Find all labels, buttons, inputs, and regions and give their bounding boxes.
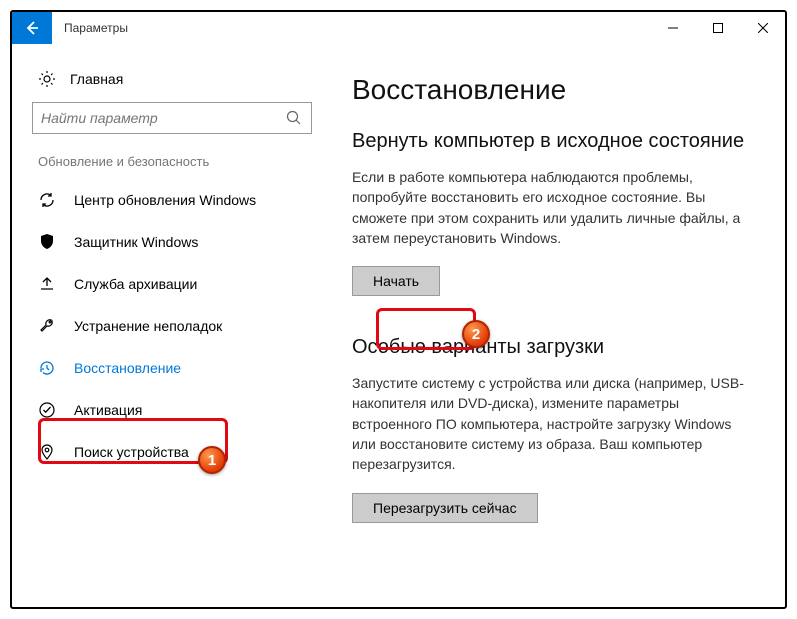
reset-description: Если в работе компьютера наблюдаются про… xyxy=(352,167,755,248)
sidebar-item-troubleshoot[interactable]: Устранение неполадок xyxy=(32,305,322,347)
sidebar-item-backup[interactable]: Служба архивации xyxy=(32,263,322,305)
window-title: Параметры xyxy=(64,21,128,35)
sidebar-home-label: Главная xyxy=(70,71,123,87)
window-controls xyxy=(650,12,785,44)
arrow-left-icon xyxy=(24,20,40,36)
settings-window: Параметры Главная Обновление и безопасно… xyxy=(10,10,787,609)
sidebar-item-find-device[interactable]: Поиск устройства xyxy=(32,431,322,473)
sidebar-item-label: Поиск устройства xyxy=(74,444,189,460)
sidebar-item-label: Защитник Windows xyxy=(74,234,198,250)
reset-start-button[interactable]: Начать xyxy=(352,266,440,296)
sidebar-item-label: Восстановление xyxy=(74,360,181,376)
sidebar-item-recovery[interactable]: Восстановление xyxy=(32,347,322,389)
sidebar-item-update[interactable]: Центр обновления Windows xyxy=(32,179,322,221)
search-box[interactable] xyxy=(32,102,312,134)
maximize-icon xyxy=(713,23,723,33)
sidebar-item-label: Центр обновления Windows xyxy=(74,192,256,208)
minimize-icon xyxy=(668,23,678,33)
sync-icon xyxy=(38,191,56,209)
wrench-icon xyxy=(38,317,56,335)
check-circle-icon xyxy=(38,401,56,419)
sidebar-item-label: Активация xyxy=(74,402,142,418)
page-title: Восстановление xyxy=(352,74,755,106)
upload-icon xyxy=(38,275,56,293)
restart-now-button[interactable]: Перезагрузить сейчас xyxy=(352,493,538,523)
advanced-startup-description: Запустите систему с устройства или диска… xyxy=(352,373,755,474)
gear-icon xyxy=(38,70,56,88)
titlebar: Параметры xyxy=(12,12,785,44)
search-icon xyxy=(285,109,303,127)
find-device-icon xyxy=(38,443,56,461)
minimize-button[interactable] xyxy=(650,12,695,44)
search-input[interactable] xyxy=(41,110,285,126)
back-button[interactable] xyxy=(12,12,52,44)
sidebar-item-defender[interactable]: Защитник Windows xyxy=(32,221,322,263)
reset-heading: Вернуть компьютер в исходное состояние xyxy=(352,130,755,153)
advanced-startup-heading: Особые варианты загрузки xyxy=(352,336,755,359)
close-icon xyxy=(758,23,768,33)
maximize-button[interactable] xyxy=(695,12,740,44)
shield-icon xyxy=(38,233,56,251)
close-button[interactable] xyxy=(740,12,785,44)
sidebar-item-activation[interactable]: Активация xyxy=(32,389,322,431)
category-label: Обновление и безопасность xyxy=(32,154,322,169)
history-icon xyxy=(38,359,56,377)
main-content: Восстановление Вернуть компьютер в исход… xyxy=(322,44,785,607)
sidebar-item-label: Служба архивации xyxy=(74,276,197,292)
sidebar-item-label: Устранение неполадок xyxy=(74,318,222,334)
sidebar: Главная Обновление и безопасность Центр … xyxy=(12,44,322,607)
sidebar-item-home[interactable]: Главная xyxy=(32,64,322,102)
